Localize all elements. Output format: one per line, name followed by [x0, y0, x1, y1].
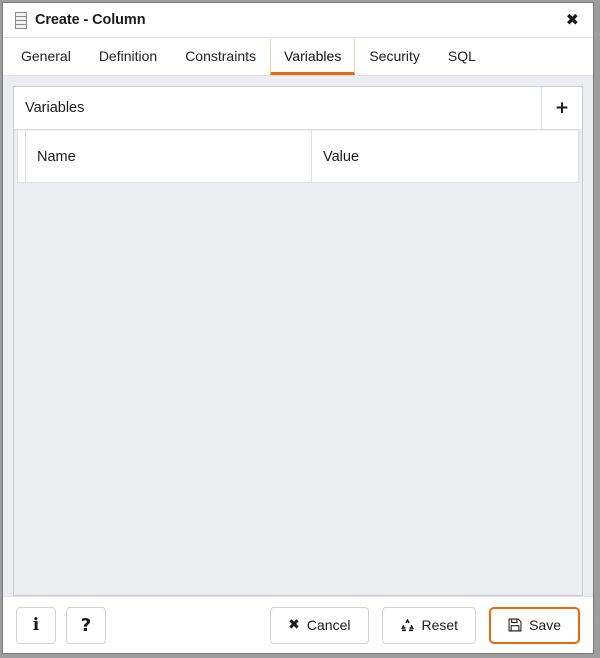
dialog-titlebar: Create - Column ✖ [3, 3, 593, 38]
cancel-button[interactable]: ✖ Cancel [270, 606, 369, 644]
footer-right-buttons: ✖ Cancel Reset Save [270, 606, 580, 644]
reset-button[interactable]: Reset [381, 606, 477, 644]
column-header-name[interactable]: Name [26, 131, 312, 182]
info-icon: i [32, 615, 40, 635]
help-button[interactable]: ? [66, 606, 106, 644]
variables-table-header: Name Value [17, 131, 579, 183]
titlebar-left: Create - Column [15, 11, 146, 29]
footer-left-buttons: i ? [16, 606, 106, 644]
tab-definition[interactable]: Definition [85, 38, 171, 75]
dialog-tabbar: General Definition Constraints Variables… [3, 38, 593, 76]
tab-variables[interactable]: Variables [270, 38, 356, 75]
variables-panel-header: Variables + [14, 87, 582, 130]
reset-button-label: Reset [421, 617, 459, 633]
add-variable-button[interactable]: + [541, 87, 582, 129]
dialog-footer: i ? ✖ Cancel Reset Save [3, 596, 593, 653]
recycle-icon [400, 618, 415, 633]
variables-table-body [16, 183, 580, 595]
dialog-body: Variables + Name Value [3, 76, 593, 596]
variables-panel-title: Variables [25, 100, 85, 116]
info-button[interactable]: i [16, 606, 56, 644]
save-button-label: Save [529, 617, 561, 633]
floppy-disk-icon [508, 618, 522, 632]
variables-panel: Variables + Name Value [13, 86, 583, 596]
question-mark-icon: ? [80, 614, 92, 636]
close-x-icon: ✖ [288, 617, 300, 633]
column-icon [15, 11, 27, 29]
create-column-dialog: Create - Column ✖ General Definition Con… [2, 2, 594, 654]
row-handle-column [18, 131, 26, 182]
tab-constraints[interactable]: Constraints [171, 38, 270, 75]
save-button[interactable]: Save [489, 606, 580, 644]
variables-table-wrap: Name Value [14, 130, 582, 595]
close-icon[interactable]: ✖ [562, 10, 583, 30]
tab-sql[interactable]: SQL [434, 38, 490, 75]
cancel-button-label: Cancel [306, 617, 351, 633]
column-header-value[interactable]: Value [312, 131, 578, 182]
tab-security[interactable]: Security [355, 38, 434, 75]
dialog-title: Create - Column [35, 12, 146, 28]
tab-general[interactable]: General [7, 38, 85, 75]
